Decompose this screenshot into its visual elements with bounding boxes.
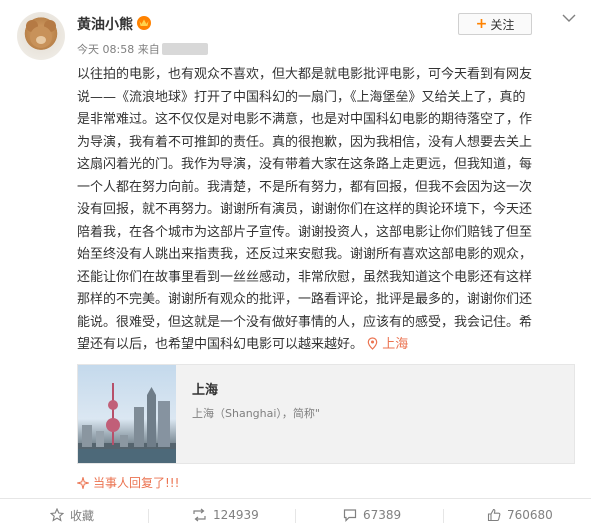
- username[interactable]: 黄油小熊: [77, 14, 133, 34]
- divider: [148, 509, 149, 523]
- divider: [295, 509, 296, 523]
- content-line: 还能让你们在故事里看到一丝丝感动，非常欣慰，虽然我知道这个电影还有这样: [77, 269, 533, 285]
- content-line: 没有回报，就不再努力。谢谢所有演员，谢谢你们在这样的舆论环境下，今天还: [77, 202, 533, 217]
- reply-notice[interactable]: 当事人回复了!!!: [77, 474, 179, 491]
- repost-button[interactable]: 124939: [192, 499, 259, 531]
- comment-button[interactable]: 67389: [343, 499, 401, 531]
- shanghai-skyline-image: [78, 365, 176, 463]
- chevron-down-icon[interactable]: [562, 13, 576, 23]
- like-count: 760680: [507, 508, 553, 522]
- content-line: 一个人都在努力向前。我清楚，不是所有努力，都有回报，但我不会因为这一次: [77, 179, 533, 195]
- time-text: 今天 08:58 来自: [77, 43, 160, 56]
- post-time: 今天 08:58 来自: [77, 41, 208, 57]
- repost-count: 124939: [213, 508, 259, 522]
- avatar-snout: [36, 36, 46, 44]
- action-bar: 收藏 124939 67389 760680: [0, 498, 591, 531]
- divider: [443, 509, 444, 523]
- content-line: 望还有以后，也希望中国科幻电影可以越来越好。: [77, 337, 364, 352]
- sparkle-icon: [77, 476, 89, 489]
- thumbs-up-icon: [487, 508, 501, 522]
- content-line: 这扇闪着光的门。我作为导演，没有带着大家在这条路上走更远，但我知道，每: [77, 157, 533, 172]
- reply-text: 当事人回复了!!!: [93, 476, 180, 490]
- plus-icon: +: [475, 16, 488, 32]
- favorite-button[interactable]: 收藏: [50, 499, 94, 531]
- content-line: 能说。很难受，但这就是一个没有做好事情的人，应该有的感受，我会记住。希: [77, 314, 533, 330]
- content-line: 始至终没有人跳出来指责我，还反过来安慰我。谢谢所有喜欢这部电影的观众，: [77, 247, 533, 262]
- location-link[interactable]: 上海: [367, 337, 408, 352]
- post-header: 黄油小熊 今天 08:58 来自 + 关注: [0, 0, 591, 64]
- location-card[interactable]: 上海 上海（Shanghai），简称": [77, 364, 575, 464]
- favorite-label: 收藏: [70, 508, 95, 523]
- content-line: 为导演，我有着不可推卸的责任。真的很抱歉，因为我相信，没有人想要去关上: [77, 134, 533, 150]
- avatar[interactable]: [17, 12, 65, 60]
- location-label: 上海: [382, 337, 409, 352]
- content-last-line: 望还有以后，也希望中国科幻电影可以越来越好。 上海: [77, 334, 577, 357]
- star-icon: [50, 508, 64, 522]
- content-line: 说——《流浪地球》打开了中国科幻的一扇门，《上海堡垒》又给关上了，真的: [77, 89, 526, 105]
- follow-label: 关注: [490, 17, 515, 32]
- like-button[interactable]: 760680: [487, 499, 553, 531]
- content-line: 陪着我，在各个城市为这部片子宣传。谢谢投资人，这部电影让你们赔钱了但至: [77, 224, 533, 240]
- source-blurred: [161, 43, 208, 55]
- post-content: 以往拍的电影，也有观众不喜欢，但大都是就电影批评电影，可今天看到有网友 说——《…: [77, 64, 577, 357]
- comment-icon: [343, 509, 357, 522]
- vip-crown-icon[interactable]: [135, 14, 153, 30]
- content-line: 是非常难过。这不仅仅是对电影不满意，也是对中国科幻电影的期待落空了，作: [77, 112, 533, 127]
- card-title: 上海: [192, 383, 219, 398]
- comment-count: 67389: [363, 508, 402, 522]
- location-pin-icon: [367, 337, 378, 350]
- follow-button[interactable]: + 关注: [458, 13, 532, 35]
- content-line: 那样的不完美。谢谢所有观众的批评，一路看评论，批评是最多的，谢谢你们还: [77, 292, 533, 307]
- repost-icon: [193, 508, 206, 522]
- card-description: 上海（Shanghai），简称": [192, 407, 320, 420]
- content-line: 以往拍的电影，也有观众不喜欢，但大都是就电影批评电影，可今天看到有网友: [77, 67, 533, 82]
